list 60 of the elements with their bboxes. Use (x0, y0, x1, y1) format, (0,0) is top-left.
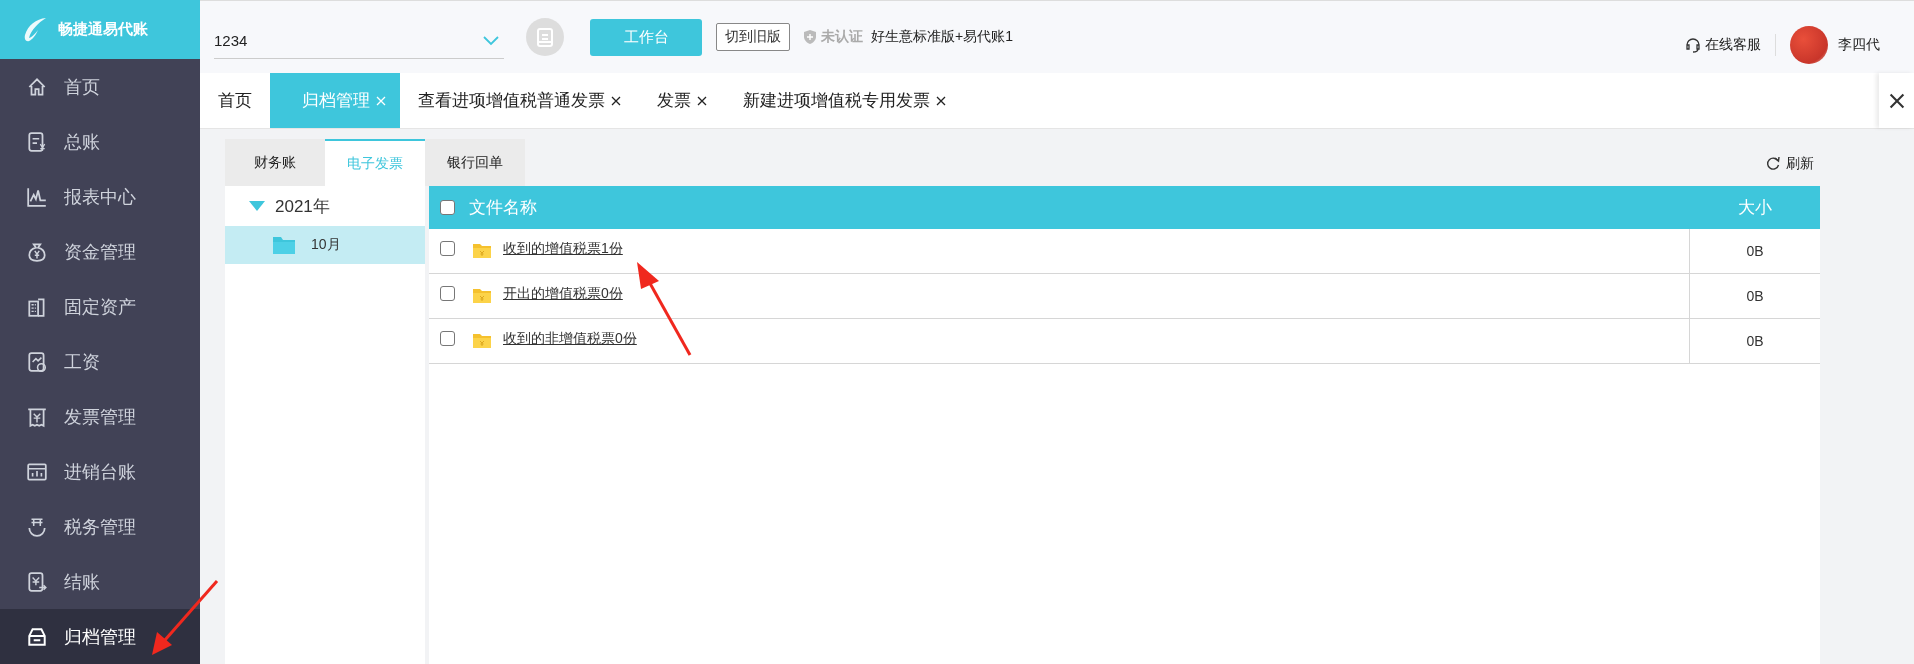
document-arrow-icon (26, 570, 48, 593)
receipt-icon (26, 405, 48, 428)
close-icon[interactable] (936, 95, 946, 106)
table-cell: 0B (1689, 274, 1820, 318)
ledger-icon (26, 130, 48, 153)
sub-tab[interactable]: 财务账 (225, 139, 325, 186)
sidebar-item[interactable]: 报表中心 (0, 169, 200, 224)
company-select[interactable]: 1234 (214, 23, 504, 59)
sidebar-item[interactable]: 首页 (0, 59, 200, 114)
close-icon[interactable] (1888, 92, 1905, 109)
column-header: 文件名称 (469, 197, 537, 219)
row-checkbox[interactable] (440, 330, 455, 346)
sidebar-item[interactable]: 归档管理 (0, 609, 200, 664)
sidebar-item[interactable]: 固定资产 (0, 279, 200, 334)
sidebar-item[interactable]: 总账 (0, 114, 200, 169)
page-tab[interactable]: 查看进项增值税普通发票 (400, 73, 639, 128)
tree-node[interactable]: 10月 (225, 226, 425, 264)
sidebar-item[interactable]: 结账 (0, 554, 200, 609)
tree-node[interactable]: 2021年 (225, 186, 425, 226)
sidebar-item[interactable]: 税务管理 (0, 499, 200, 554)
certification-status: 未认证 (821, 28, 863, 46)
logo-text: 畅捷通易代账 (58, 20, 148, 39)
user-avatar[interactable] (1790, 26, 1828, 64)
row-checkbox[interactable] (440, 285, 455, 301)
sidebar-item[interactable]: 工资 (0, 334, 200, 389)
sub-tab[interactable]: 银行回单 (425, 139, 525, 186)
close-icon[interactable] (697, 95, 707, 106)
page-tab[interactable]: 新建进项增值税专用发票 (725, 73, 964, 128)
sidebar-item[interactable]: 进销台账 (0, 444, 200, 499)
row-checkbox[interactable] (440, 240, 455, 256)
chart-document-icon (26, 350, 48, 373)
user-name[interactable]: 李四代 (1838, 36, 1880, 54)
board-icon (26, 460, 48, 483)
folder-icon (273, 236, 295, 254)
table-cell: 0B (1689, 319, 1820, 363)
chart-icon (26, 185, 48, 208)
sidebar-item[interactable]: 资金管理 (0, 224, 200, 279)
old-version-button[interactable]: 切到旧版 (716, 23, 790, 51)
tray-icon (26, 625, 48, 648)
folder-icon (473, 289, 491, 303)
table-cell: 0B (1689, 229, 1820, 273)
file-link[interactable]: 收到的非增值税票0份 (503, 330, 637, 348)
online-support-link[interactable]: 在线客服 (1705, 36, 1761, 54)
shield-icon (802, 29, 818, 45)
page-tab[interactable]: 发票 (639, 73, 725, 128)
refresh-icon (1766, 157, 1780, 171)
headset-icon (1685, 37, 1701, 53)
product-name: 好生意标准版+易代账1 (871, 28, 1013, 46)
select-all-checkbox[interactable] (440, 200, 455, 215)
refresh-button[interactable]: 刷新 (1760, 154, 1820, 174)
sidebar-item[interactable]: 发票管理 (0, 389, 200, 444)
folder-icon (473, 244, 491, 258)
close-icon[interactable] (611, 95, 621, 106)
file-link[interactable]: 收到的增值税票1份 (503, 240, 623, 258)
page-tab[interactable]: 首页 (200, 73, 270, 128)
column-header: 大小 (1737, 197, 1773, 219)
file-link[interactable]: 开出的增值税票0份 (503, 285, 623, 303)
money-bag-icon (26, 240, 48, 263)
folder-icon (473, 334, 491, 348)
chevron-down-icon (482, 34, 500, 47)
